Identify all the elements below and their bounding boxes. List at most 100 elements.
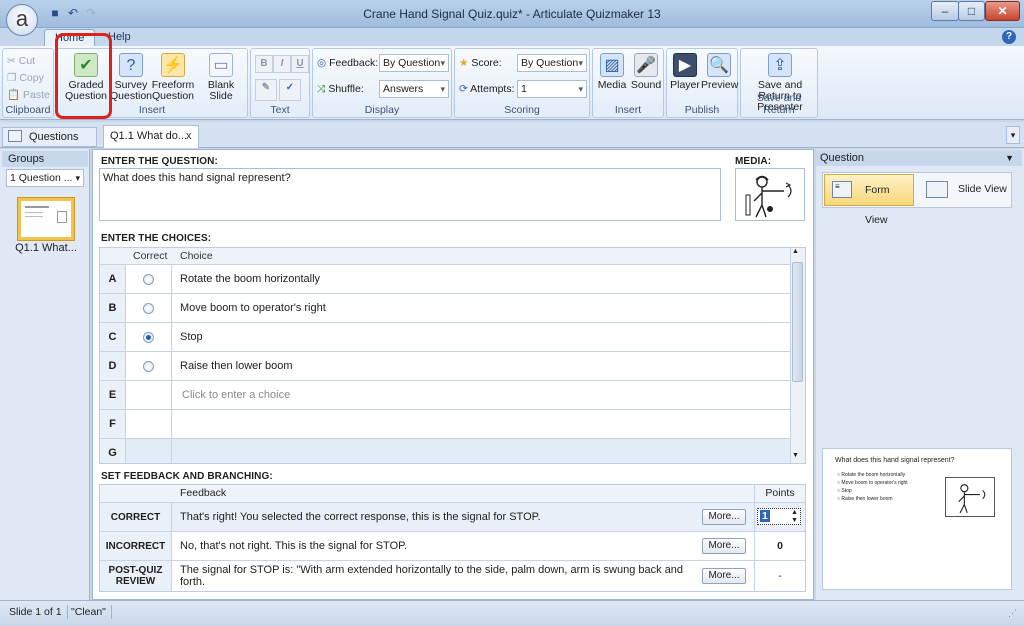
choice-letter: B bbox=[100, 294, 126, 322]
choice-row-b[interactable]: B Move boom to operator's right bbox=[100, 294, 790, 323]
player-icon: ▶ bbox=[673, 53, 697, 77]
question-text-field[interactable]: What does this hand signal represent? bbox=[99, 168, 721, 221]
radio-button[interactable] bbox=[143, 274, 154, 285]
form-view-icon: ≡ bbox=[832, 181, 852, 198]
tab-list-dropdown[interactable]: ▾ bbox=[1006, 126, 1020, 144]
shuffle-icon: ⤨ bbox=[317, 83, 326, 95]
paste-button[interactable]: 📋 Paste bbox=[7, 87, 50, 103]
choice-row-f[interactable]: F bbox=[100, 410, 790, 439]
choice-row-c[interactable]: C Stop bbox=[100, 323, 790, 352]
choice-row-a[interactable]: A Rotate the boom horizontally bbox=[100, 265, 790, 294]
correct-radio-empty[interactable] bbox=[126, 439, 172, 463]
feedback-row-incorrect[interactable]: INCORRECT No, that's not right. This is … bbox=[100, 532, 805, 561]
format-icon[interactable]: ✎ bbox=[255, 79, 277, 101]
app-menu-button[interactable]: a bbox=[6, 4, 38, 36]
hand-signal-image bbox=[745, 175, 792, 218]
feedback-text[interactable]: No, that's not right. This is the signal… bbox=[180, 540, 407, 552]
slide-thumbnail[interactable] bbox=[18, 198, 74, 240]
bold-button[interactable]: B bbox=[255, 55, 273, 73]
help-icon[interactable]: ? bbox=[1002, 30, 1016, 44]
radio-button[interactable] bbox=[143, 303, 154, 314]
chevron-down-icon[interactable]: ▼ bbox=[1005, 150, 1014, 166]
feedback-text[interactable]: The signal for STOP is: "With arm extend… bbox=[180, 564, 690, 588]
survey-question-label: Survey Question bbox=[109, 79, 153, 102]
choice-letter: G bbox=[100, 439, 126, 463]
shuffle-dropdown[interactable]: Answers bbox=[379, 80, 449, 98]
paste-icon: 📋 bbox=[7, 89, 21, 101]
choice-row-g[interactable]: G bbox=[100, 439, 790, 463]
preview-choice-text: Rotate the boom horizontally bbox=[841, 472, 906, 478]
maximize-button[interactable]: □ bbox=[958, 1, 985, 21]
points-stepper[interactable]: 1 ▲ ▼ bbox=[754, 503, 805, 531]
correct-radio[interactable] bbox=[126, 294, 172, 322]
feedback-label: POST-QUIZ REVIEW bbox=[100, 561, 172, 591]
player-button[interactable]: ▶ Player bbox=[669, 51, 701, 91]
more-button[interactable]: More... bbox=[702, 509, 746, 525]
correct-radio[interactable] bbox=[126, 323, 172, 351]
window-title: Crane Hand Signal Quiz.quiz* - Articulat… bbox=[363, 7, 661, 21]
media-button[interactable]: ▨ Media bbox=[595, 51, 629, 91]
preview-choice-text: Move boom to operator's right bbox=[841, 480, 908, 486]
choice-text[interactable]: Stop bbox=[180, 323, 203, 351]
radio-button[interactable] bbox=[143, 361, 154, 372]
feedback-row-review[interactable]: POST-QUIZ REVIEW The signal for STOP is:… bbox=[100, 561, 805, 591]
close-tab-icon[interactable]: x bbox=[186, 130, 192, 142]
feedback-table: Feedback Points CORRECT That's right! Yo… bbox=[99, 484, 806, 592]
resize-grip-icon[interactable]: ⋰ bbox=[1008, 608, 1017, 619]
feedback-text[interactable]: That's right! You selected the correct r… bbox=[180, 511, 541, 523]
radio-button-selected[interactable] bbox=[143, 332, 154, 343]
score-dropdown[interactable]: By Question bbox=[517, 54, 587, 72]
choice-row-d[interactable]: D Raise then lower boom bbox=[100, 352, 790, 381]
feedback-section-header: SET FEEDBACK AND BRANCHING: bbox=[101, 471, 273, 482]
points-value[interactable]: 0 bbox=[754, 532, 805, 560]
correct-radio[interactable] bbox=[126, 265, 172, 293]
close-button[interactable]: ✕ bbox=[985, 1, 1020, 21]
scrollbar-thumb[interactable] bbox=[792, 262, 803, 382]
correct-radio[interactable] bbox=[126, 352, 172, 380]
correct-radio-empty[interactable] bbox=[126, 410, 172, 438]
underline-button[interactable]: U bbox=[291, 55, 309, 73]
survey-question-button[interactable]: ? Survey Question bbox=[109, 51, 153, 102]
feedback-row-correct[interactable]: CORRECT That's right! You selected the c… bbox=[100, 503, 805, 532]
more-button[interactable]: More... bbox=[702, 568, 746, 584]
attempts-icon: ⟳ bbox=[459, 83, 468, 95]
cut-button[interactable]: ✂ Cut bbox=[7, 53, 35, 69]
copy-button[interactable]: ❐ Copy bbox=[7, 70, 44, 86]
groups-dropdown[interactable]: 1 Question ... ▾ bbox=[6, 169, 84, 187]
preview-choice: ○ Stop bbox=[837, 488, 852, 494]
scoring-group: ★ Score: By Question ⟳ Attempts: 1 Scori… bbox=[454, 48, 590, 118]
preview-button[interactable]: 🔍 Preview bbox=[701, 51, 738, 91]
stepper-arrows-icon[interactable]: ▲ ▼ bbox=[791, 509, 798, 525]
sound-button[interactable]: 🎤 Sound bbox=[629, 51, 663, 91]
preview-question-title: What does this hand signal represent? bbox=[835, 457, 955, 464]
tab-question-editor[interactable]: Q1.1 What do... bbox=[103, 125, 199, 148]
freeform-question-button[interactable]: ⚡ Freeform Question bbox=[151, 51, 195, 102]
scroll-down-icon[interactable]: ▼ bbox=[792, 452, 799, 459]
media-thumbnail[interactable] bbox=[735, 168, 805, 221]
choice-text[interactable]: Rotate the boom horizontally bbox=[180, 265, 320, 293]
correct-radio-empty[interactable] bbox=[126, 381, 172, 409]
preview-choice: ○ Move boom to operator's right bbox=[837, 480, 908, 486]
image-icon: ▨ bbox=[600, 53, 624, 77]
scroll-up-icon[interactable]: ▲ bbox=[792, 248, 799, 255]
spellcheck-icon[interactable]: ✓ bbox=[279, 79, 301, 101]
choice-text[interactable]: Raise then lower boom bbox=[180, 352, 293, 380]
choice-row-e[interactable]: E Click to enter a choice bbox=[100, 381, 790, 410]
attempts-dropdown[interactable]: 1 bbox=[517, 80, 587, 98]
points-input[interactable]: 1 ▲ ▼ bbox=[757, 508, 801, 525]
media-insert-group-label: Insert bbox=[614, 104, 642, 116]
preview-choice: ○ Raise then lower boom bbox=[837, 496, 893, 502]
choice-letter: E bbox=[100, 381, 126, 409]
choice-placeholder[interactable]: Click to enter a choice bbox=[182, 381, 290, 409]
feedback-label: ◎ Feedback: bbox=[317, 55, 378, 71]
minimize-button[interactable]: – bbox=[931, 1, 959, 21]
thumb-line bbox=[25, 206, 49, 208]
choice-text[interactable]: Move boom to operator's right bbox=[180, 294, 326, 322]
more-button[interactable]: More... bbox=[702, 538, 746, 554]
text-group-label: Text bbox=[270, 104, 290, 116]
italic-button[interactable]: I bbox=[273, 55, 291, 73]
feedback-dropdown[interactable]: By Question bbox=[379, 54, 449, 72]
paste-label: Paste bbox=[23, 89, 50, 101]
points-value: - bbox=[754, 561, 805, 591]
blank-slide-button[interactable]: ▭ Blank Slide bbox=[195, 51, 247, 102]
